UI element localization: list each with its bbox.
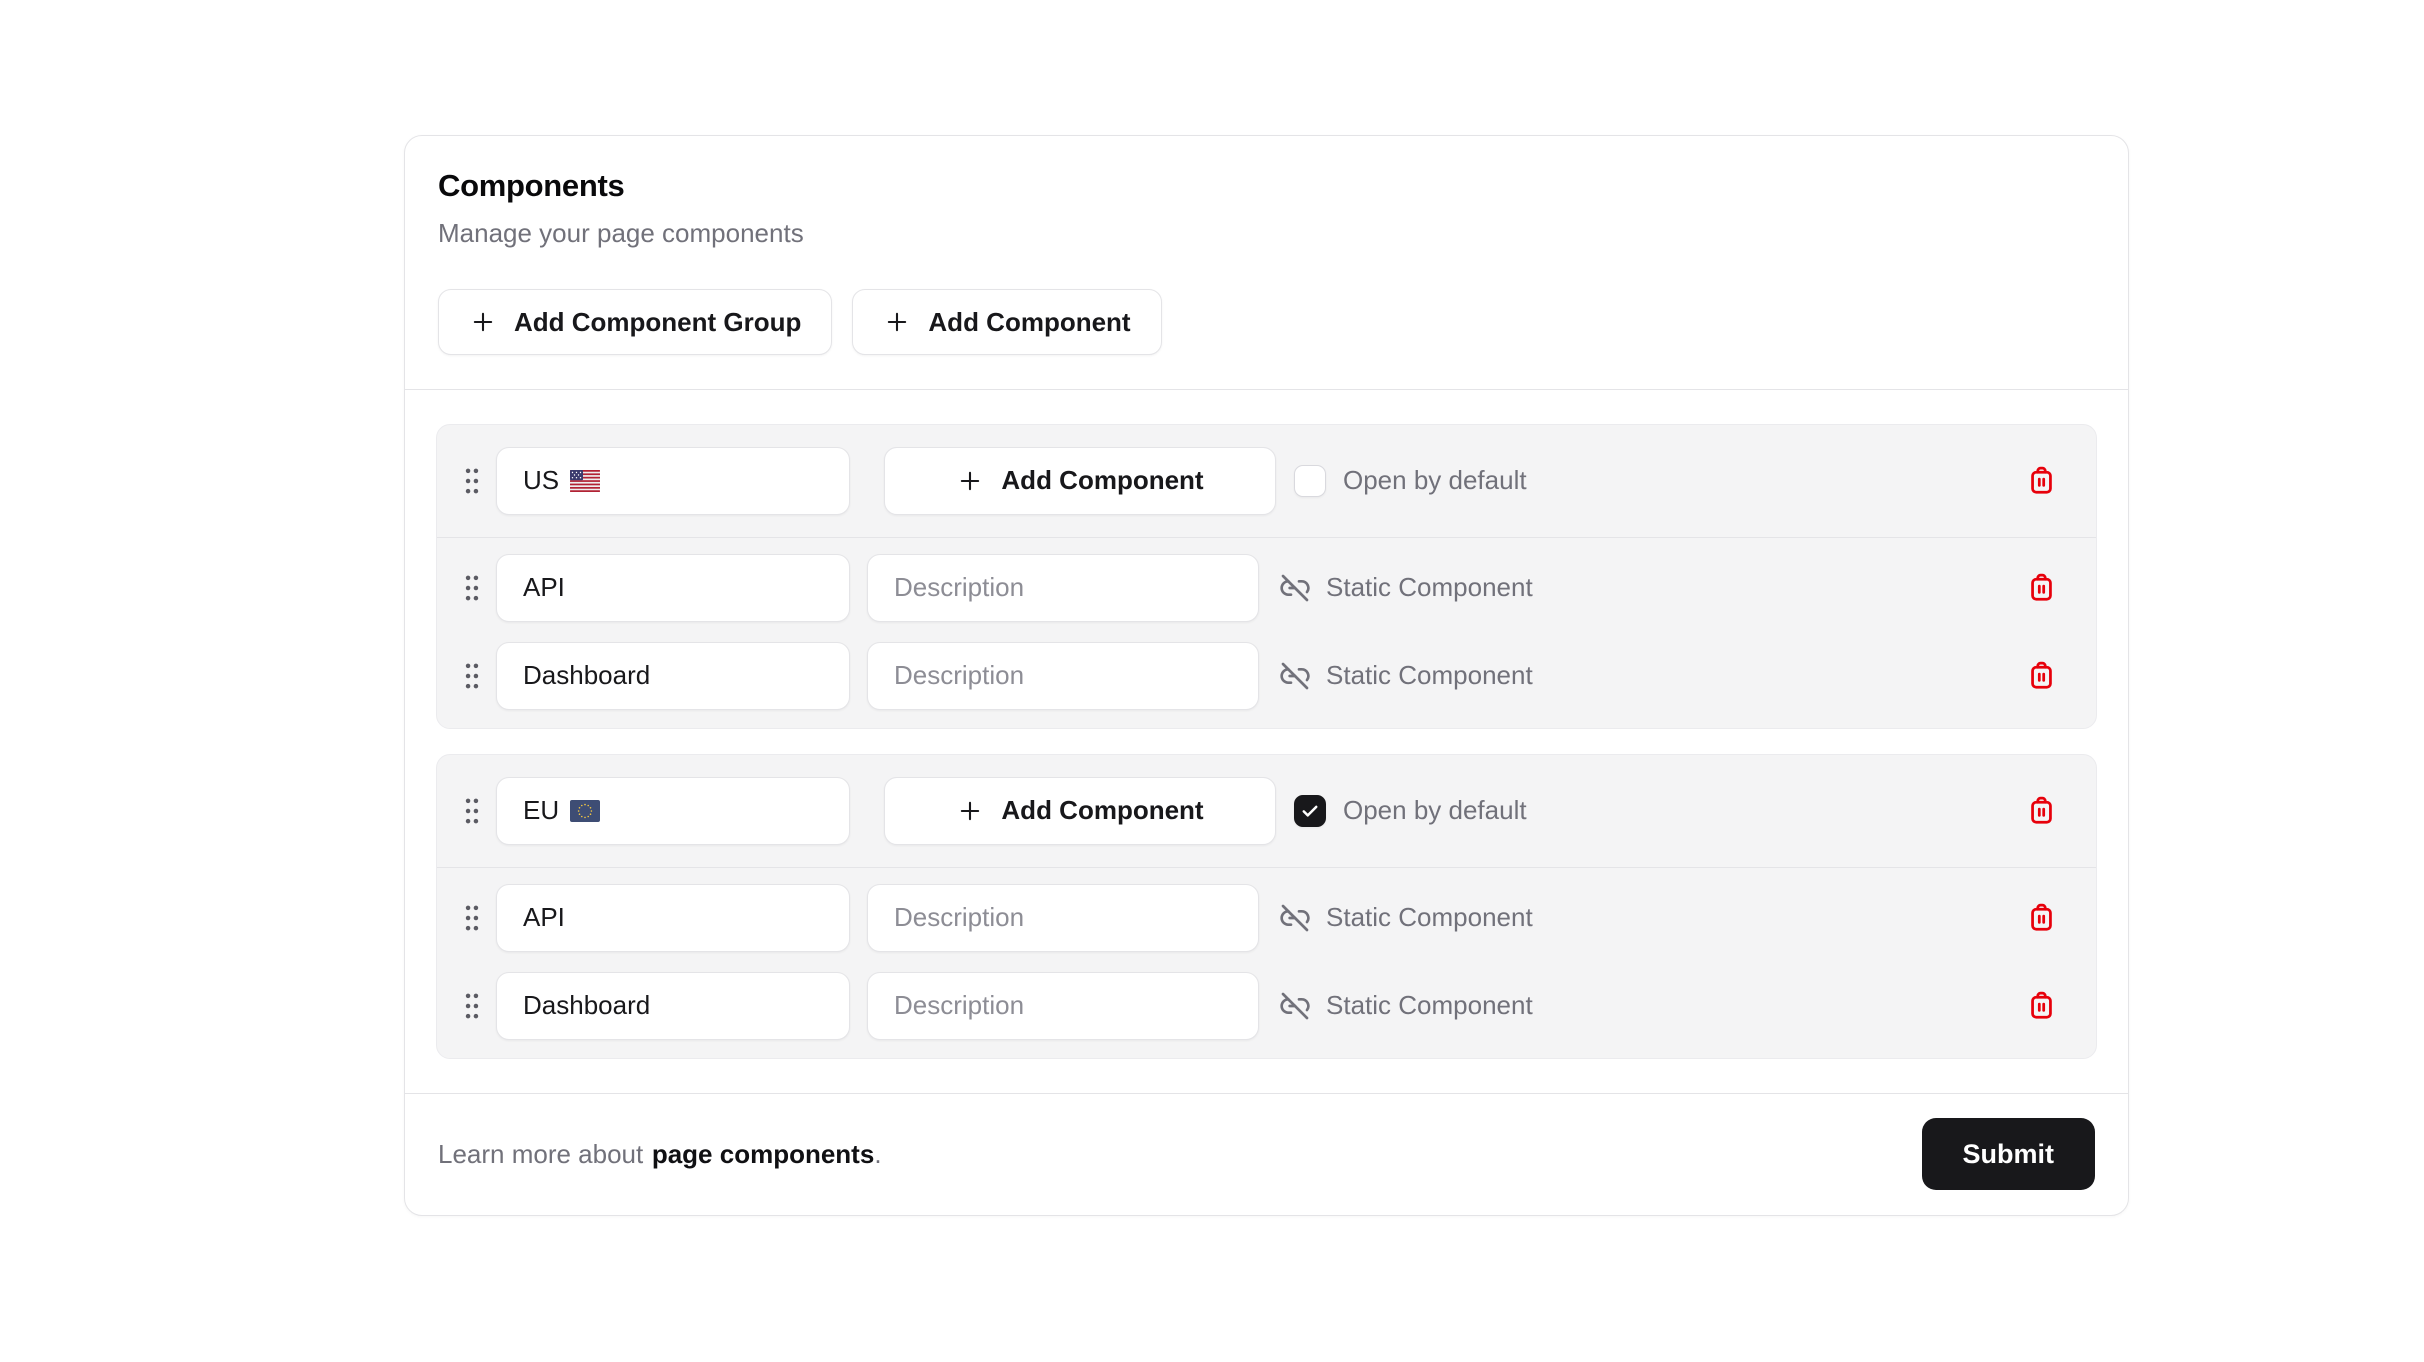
component-row-dashboard: Static Component — [437, 632, 2096, 720]
delete-component-button[interactable] — [2025, 571, 2058, 604]
plus-icon — [469, 308, 497, 336]
delete-group-button[interactable] — [2025, 464, 2058, 497]
component-description-input[interactable] — [867, 642, 1259, 710]
learn-more-prefix: Learn more about — [438, 1139, 643, 1169]
drag-handle-icon[interactable] — [463, 991, 481, 1021]
component-description-input[interactable] — [867, 972, 1259, 1040]
component-description-input[interactable] — [867, 884, 1259, 952]
page-subtitle: Manage your page components — [438, 218, 2095, 249]
group-add-component-button[interactable]: Add Component — [884, 447, 1276, 515]
learn-more-text: Learn more about page components. — [438, 1139, 882, 1170]
open-by-default-label: Open by default — [1343, 465, 1527, 496]
drag-handle-icon[interactable] — [463, 466, 481, 496]
open-by-default-checkbox[interactable] — [1294, 795, 1326, 827]
static-component-label: Static Component — [1326, 902, 1533, 933]
card-footer: Learn more about page components. Submit — [405, 1093, 2128, 1215]
add-component-group-button[interactable]: Add Component Group — [438, 289, 832, 355]
header-toolbar: Add Component Group Add Component — [438, 289, 2095, 355]
component-row-api: Static Component — [437, 544, 2096, 632]
groups-list: US — [405, 390, 2128, 1093]
component-name-input[interactable] — [496, 884, 850, 952]
component-description-field — [867, 884, 1259, 952]
open-by-default-checkbox[interactable] — [1294, 465, 1326, 497]
open-by-default-label: Open by default — [1343, 795, 1527, 826]
group-add-component-label: Add Component — [1001, 795, 1203, 826]
component-row-dashboard: Static Component — [437, 962, 2096, 1050]
group-components: Static Component — [437, 868, 2096, 1058]
components-card: Components Manage your page components A… — [404, 135, 2129, 1216]
link-off-icon — [1279, 902, 1311, 934]
component-row-api: Static Component — [437, 874, 2096, 962]
submit-button[interactable]: Submit — [1922, 1118, 2096, 1190]
page-components-link[interactable]: page components — [652, 1139, 874, 1169]
static-component-label: Static Component — [1326, 572, 1533, 603]
link-off-icon — [1279, 572, 1311, 604]
static-component-status: Static Component — [1279, 902, 1533, 934]
group-name-input[interactable]: EU — [496, 777, 850, 845]
add-component-label: Add Component — [928, 307, 1130, 338]
group-header-row: US — [437, 425, 2096, 537]
trash-icon — [2025, 989, 2058, 1022]
component-name-field — [496, 972, 850, 1040]
add-component-button[interactable]: Add Component — [852, 289, 1161, 355]
component-name-input[interactable] — [496, 554, 850, 622]
group-add-component-label: Add Component — [1001, 465, 1203, 496]
component-name-field — [496, 884, 850, 952]
group-name-input[interactable]: US — [496, 447, 850, 515]
card-header: Components Manage your page components A… — [405, 136, 2128, 389]
link-off-icon — [1279, 660, 1311, 692]
drag-handle-icon[interactable] — [463, 661, 481, 691]
component-name-field — [496, 642, 850, 710]
link-off-icon — [1279, 990, 1311, 1022]
component-description-field — [867, 642, 1259, 710]
trash-icon — [2025, 659, 2058, 692]
page-title: Components — [438, 168, 2095, 204]
open-by-default-field: Open by default — [1294, 465, 1527, 497]
drag-handle-icon[interactable] — [463, 573, 481, 603]
us-flag-icon — [570, 470, 600, 492]
eu-flag-icon — [570, 800, 600, 822]
learn-more-suffix: . — [874, 1139, 881, 1169]
check-icon — [1300, 801, 1320, 821]
drag-handle-icon[interactable] — [463, 903, 481, 933]
plus-icon — [956, 797, 984, 825]
trash-icon — [2025, 901, 2058, 934]
component-name-input[interactable] — [496, 642, 850, 710]
component-group-us: US — [436, 424, 2097, 729]
component-name-field — [496, 554, 850, 622]
group-header-row: EU Add Component — [437, 755, 2096, 867]
component-description-input[interactable] — [867, 554, 1259, 622]
static-component-label: Static Component — [1326, 990, 1533, 1021]
delete-component-button[interactable] — [2025, 659, 2058, 692]
drag-handle-icon[interactable] — [463, 796, 481, 826]
component-description-field — [867, 972, 1259, 1040]
group-components: Static Component — [437, 538, 2096, 728]
plus-icon — [883, 308, 911, 336]
trash-icon — [2025, 464, 2058, 497]
static-component-status: Static Component — [1279, 660, 1533, 692]
group-name-value: US — [523, 465, 559, 496]
add-component-group-label: Add Component Group — [514, 307, 801, 338]
static-component-label: Static Component — [1326, 660, 1533, 691]
static-component-status: Static Component — [1279, 572, 1533, 604]
trash-icon — [2025, 794, 2058, 827]
component-name-input[interactable] — [496, 972, 850, 1040]
delete-component-button[interactable] — [2025, 989, 2058, 1022]
group-name-value: EU — [523, 795, 559, 826]
static-component-status: Static Component — [1279, 990, 1533, 1022]
delete-group-button[interactable] — [2025, 794, 2058, 827]
component-group-eu: EU Add Component — [436, 754, 2097, 1059]
plus-icon — [956, 467, 984, 495]
open-by-default-field: Open by default — [1294, 795, 1527, 827]
component-description-field — [867, 554, 1259, 622]
group-add-component-button[interactable]: Add Component — [884, 777, 1276, 845]
trash-icon — [2025, 571, 2058, 604]
delete-component-button[interactable] — [2025, 901, 2058, 934]
